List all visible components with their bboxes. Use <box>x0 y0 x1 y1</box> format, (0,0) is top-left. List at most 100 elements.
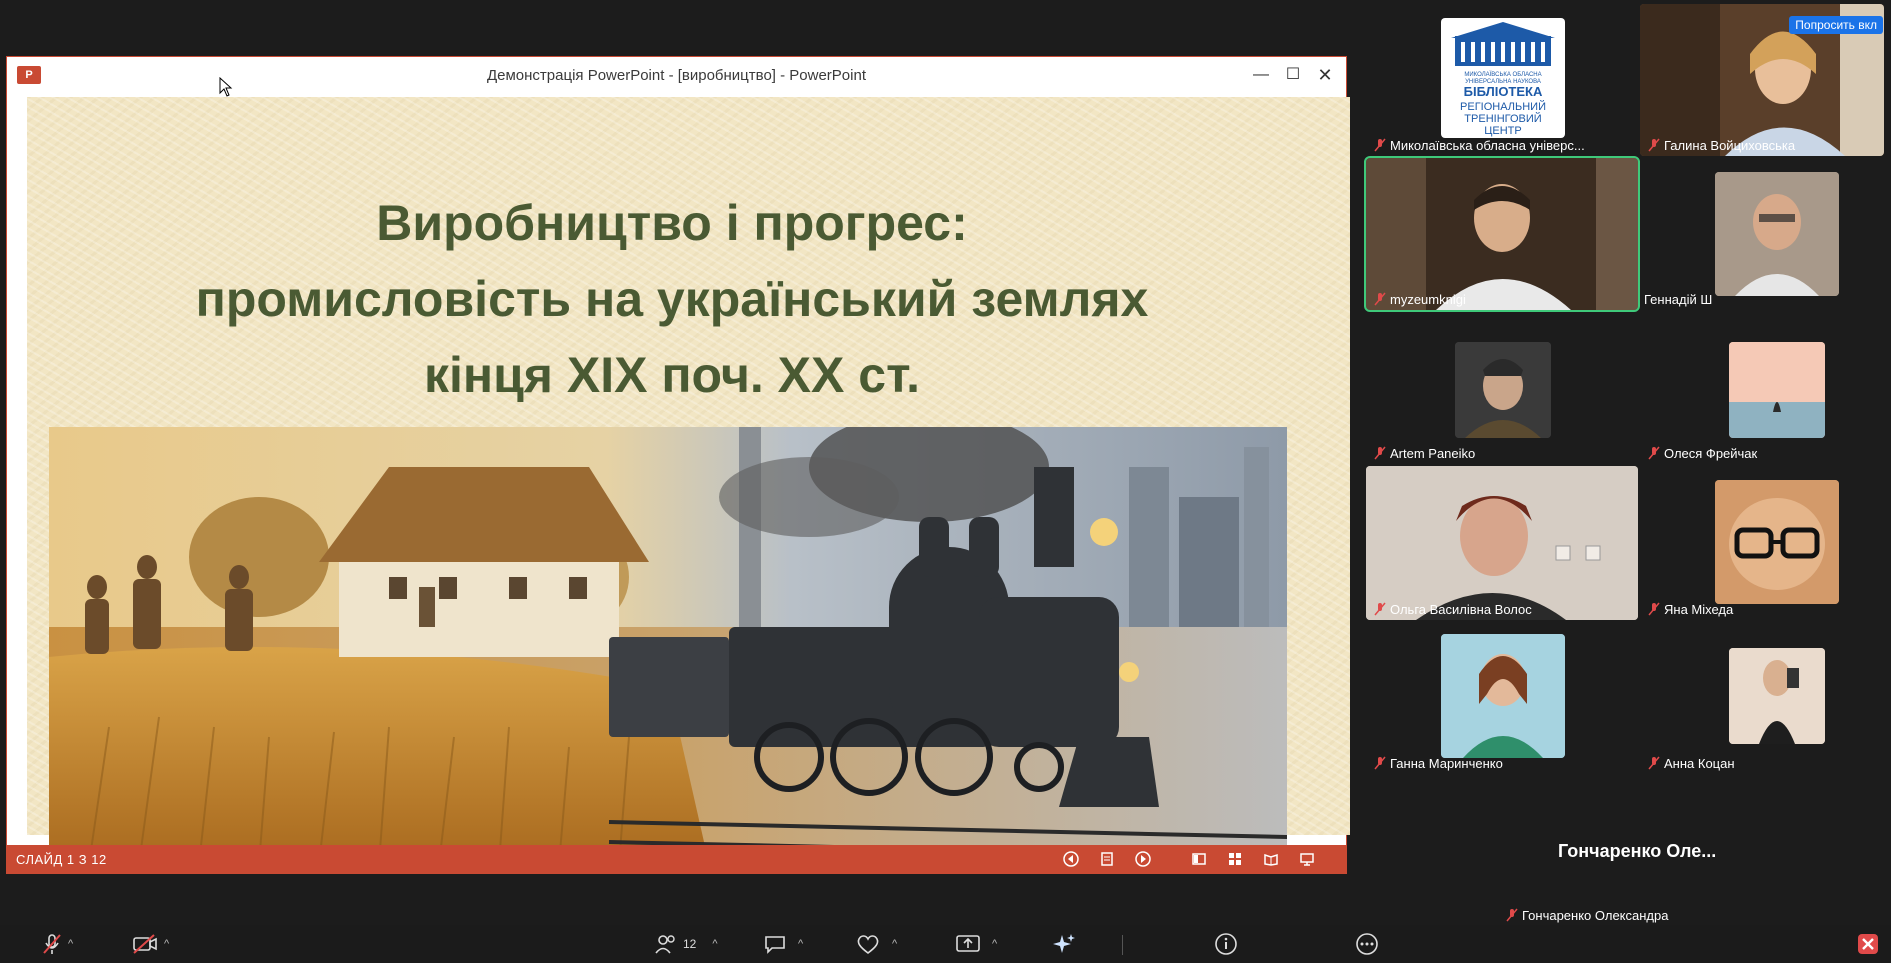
mic-muted-icon <box>1374 292 1386 306</box>
slide-canvas[interactable]: Виробництво і прогрес: промисловість на … <box>27 97 1350 864</box>
avatar-seaside-icon <box>1729 342 1825 438</box>
participant-name: Олеся Фрейчак <box>1664 445 1758 461</box>
next-slide-icon[interactable] <box>1134 850 1152 868</box>
participant-video <box>1715 172 1839 296</box>
participant-name-label: Миколаївська обласна універс... <box>1374 136 1585 154</box>
participant-tile[interactable]: Ольга Василівна Волос <box>1366 466 1638 620</box>
participant-tile[interactable]: Анна Коцан <box>1640 648 1886 774</box>
camera-off-icon <box>133 934 157 954</box>
info-icon <box>1215 933 1237 955</box>
participant-name: Анна Коцан <box>1664 755 1735 771</box>
participant-avatar <box>1441 634 1565 758</box>
avatar-portrait-icon <box>1441 634 1565 758</box>
toolbar-separator <box>1122 935 1123 955</box>
participant-name: myzeumknigi <box>1390 291 1466 307</box>
slideshow-icon[interactable] <box>1298 850 1316 868</box>
participant-name-label: Ганна Маринченко <box>1374 754 1503 772</box>
slide-title: Виробництво і прогрес: промисловість на … <box>27 185 1317 413</box>
participant-name-label: Олеся Фрейчак <box>1648 444 1757 462</box>
chevron-up-icon[interactable]: ^ <box>712 938 717 950</box>
ask-to-enable-button[interactable]: Попросить вкл <box>1789 16 1883 34</box>
participant-tile[interactable]: Попросить вкл Галина Войциховська <box>1640 4 1886 156</box>
powerpoint-window[interactable]: P Демонстрація PowerPoint - [виробництво… <box>6 56 1350 874</box>
participant-name-label: Галина Войциховська <box>1648 136 1795 154</box>
mic-muted-icon <box>1648 446 1660 460</box>
mic-muted-icon <box>1374 756 1386 770</box>
logo-line-3: БІБЛІОТЕКА <box>1464 84 1543 99</box>
participants-button[interactable]: 12 ^ <box>655 931 718 957</box>
ai-assistant-button[interactable] <box>1052 931 1076 957</box>
video-frame-icon <box>1366 466 1638 620</box>
participant-tile[interactable]: Геннадій Ш <box>1640 158 1886 310</box>
close-button[interactable]: ✕ <box>1310 61 1340 89</box>
logo-line-1: МИКОЛАЇВСЬКА ОБЛАСНА <box>1464 71 1541 78</box>
window-title: Демонстрація PowerPoint - [виробництво] … <box>486 67 866 84</box>
powerpoint-titlebar[interactable]: P Демонстрація PowerPoint - [виробництво… <box>7 57 1346 93</box>
participant-name-label: Анна Коцан <box>1648 754 1735 772</box>
chevron-up-icon[interactable]: ^ <box>164 938 169 950</box>
participant-name: Ганна Маринченко <box>1390 755 1503 771</box>
mic-muted-icon <box>1648 756 1660 770</box>
normal-view-icon[interactable] <box>1190 850 1208 868</box>
previous-slide-icon[interactable] <box>1062 850 1080 868</box>
participant-name: Яна Міхеда <box>1664 601 1734 617</box>
minimize-button[interactable]: — <box>1246 61 1276 89</box>
participant-tile[interactable]: МИКОЛАЇВСЬКА ОБЛАСНА УНІВЕРСАЛЬНА НАУКОВ… <box>1366 18 1640 154</box>
maximize-button[interactable]: ☐ <box>1278 61 1308 89</box>
slide-title-line-2: промисловість на український землях <box>195 271 1149 327</box>
participant-name: Геннадій Ш <box>1644 291 1713 307</box>
participant-name: Ольга Василівна Волос <box>1390 601 1532 617</box>
avatar-hamster-icon <box>1715 480 1839 604</box>
more-options-icon <box>1356 933 1378 955</box>
chevron-up-icon[interactable]: ^ <box>892 938 897 950</box>
reactions-button[interactable]: ^ <box>856 931 897 957</box>
participant-name-label: myzeumknigi <box>1374 290 1466 308</box>
status-controls <box>1062 850 1316 868</box>
reading-view-icon[interactable] <box>1262 850 1280 868</box>
participant-tile[interactable]: Олеся Фрейчак <box>1640 340 1886 466</box>
chevron-up-icon[interactable]: ^ <box>798 938 803 950</box>
participant-name: Галина Войциховська <box>1664 137 1796 153</box>
share-screen-icon <box>956 935 980 952</box>
chat-button[interactable]: ^ <box>764 931 803 957</box>
slide-title-line-1: Виробництво і прогрес: <box>376 195 968 251</box>
share-screen-button[interactable]: ^ <box>956 931 997 957</box>
mic-muted-icon <box>1374 138 1386 152</box>
avatar-portrait-icon <box>1729 648 1825 744</box>
microphone-button[interactable]: ^ <box>42 931 73 957</box>
more-options-button[interactable] <box>1355 931 1379 957</box>
participant-tile[interactable]: Ганна Маринченко <box>1366 634 1638 774</box>
camera-button[interactable]: ^ <box>132 931 169 957</box>
participant-name-label: Artem Paneiko <box>1374 444 1475 462</box>
screen-sharer-name: Гончаренко Олександра <box>1522 907 1669 923</box>
library-logo: МИКОЛАЇВСЬКА ОБЛАСНА УНІВЕРСАЛЬНА НАУКОВ… <box>1441 18 1565 138</box>
participant-tile-active[interactable]: myzeumknigi <box>1364 156 1640 312</box>
video-conference-window: P Демонстрація PowerPoint - [виробництво… <box>0 0 1891 963</box>
participant-avatar <box>1729 648 1825 744</box>
logo-line-4: РЕГІОНАЛЬНИЙ <box>1460 100 1546 113</box>
participant-avatar <box>1455 342 1551 438</box>
screen-sharer-label: Гончаренко Олександра <box>1506 906 1668 924</box>
participant-tile[interactable]: Artem Paneiko <box>1366 340 1638 466</box>
slide-illustration <box>49 427 1287 864</box>
sparkle-icon <box>1053 934 1075 953</box>
video-frame-icon <box>1715 172 1839 296</box>
chat-icon <box>765 936 785 954</box>
leave-call-icon <box>1858 934 1878 954</box>
video-frame-icon <box>1366 158 1638 310</box>
library-building-icon: МИКОЛАЇВСЬКА ОБЛАСНА УНІВЕРСАЛЬНА НАУКОВ… <box>1451 22 1555 137</box>
mic-muted-icon <box>1648 138 1660 152</box>
chevron-up-icon[interactable]: ^ <box>68 938 73 950</box>
participant-video <box>1366 466 1638 620</box>
participants-count: 12 <box>683 937 697 951</box>
leave-call-button[interactable] <box>1856 931 1880 957</box>
slide-menu-icon[interactable] <box>1098 850 1116 868</box>
reactions-heart-icon <box>857 935 879 955</box>
logo-line-5: ТРЕНІНГОВИЙ <box>1464 112 1541 125</box>
chevron-up-icon[interactable]: ^ <box>992 938 997 950</box>
microphone-muted-icon <box>43 934 61 954</box>
slide-sorter-icon[interactable] <box>1226 850 1244 868</box>
participant-tile[interactable]: Яна Міхеда <box>1640 466 1886 620</box>
participant-name-label: Яна Міхеда <box>1648 600 1733 618</box>
info-button[interactable] <box>1214 931 1238 957</box>
